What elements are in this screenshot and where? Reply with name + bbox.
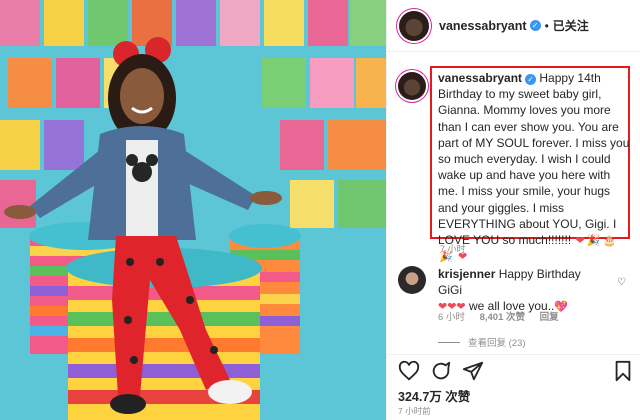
heart-icon[interactable] [398, 360, 420, 382]
red-heart-icon: ❤ [575, 235, 585, 248]
post-header: vanessabryant ✓ • 已关注 [387, 0, 640, 52]
verified-icon: ✓ [529, 20, 541, 31]
comment-likes[interactable]: 8,401 次赞 [480, 312, 525, 323]
birthday-cake-icon: 🎂 [602, 235, 617, 248]
caption-body: Happy 14th Birthday to my sweet baby gir… [438, 71, 630, 248]
verified-icon: ✓ [525, 74, 537, 85]
post-caption: vanessabryant ✓ Happy 14th Birthday to my… [398, 70, 630, 264]
post-date: 7 小时前 [398, 406, 431, 416]
author-username[interactable]: vanessabryant [439, 19, 527, 33]
separator-dot: • [544, 18, 549, 33]
comment-icon[interactable] [430, 360, 452, 382]
bookmark-icon[interactable] [612, 360, 634, 382]
author-avatar[interactable] [399, 10, 429, 41]
comment-timestamp: 6 小时 [438, 312, 465, 323]
view-replies-link[interactable]: 查看回复 (23) [438, 335, 526, 349]
caption-avatar[interactable] [398, 72, 426, 100]
comment-like-heart-icon[interactable]: ♡ [617, 277, 626, 288]
caption-username[interactable]: vanessabryant [438, 71, 522, 85]
likes-count[interactable]: 324.7万 次赞 [398, 386, 470, 405]
caption-text-block: vanessabryant ✓ Happy 14th Birthday to my… [438, 70, 630, 264]
comment-item: krisjenner Happy Birthday GiGi ❤❤❤ we al… [398, 266, 638, 315]
comment-meta: 6 小时 8,401 次赞 回复 [438, 309, 571, 323]
comment-text-block: krisjenner Happy Birthday GiGi ❤❤❤ we al… [438, 266, 608, 315]
caption-timestamp: 7 小时 [440, 244, 466, 254]
commenter-avatar[interactable] [398, 266, 426, 294]
party-popper-icon: 🎉 [586, 235, 601, 248]
view-replies-label[interactable]: 查看回复 (23) [468, 338, 526, 349]
commenter-username[interactable]: krisjenner [438, 267, 495, 281]
photo-illustration [0, 0, 386, 420]
following-button[interactable]: 已关注 [553, 17, 589, 34]
post-photo [0, 0, 386, 420]
share-icon[interactable] [462, 360, 484, 382]
reply-button[interactable]: 回复 [540, 312, 559, 323]
view-replies-line [438, 342, 460, 343]
